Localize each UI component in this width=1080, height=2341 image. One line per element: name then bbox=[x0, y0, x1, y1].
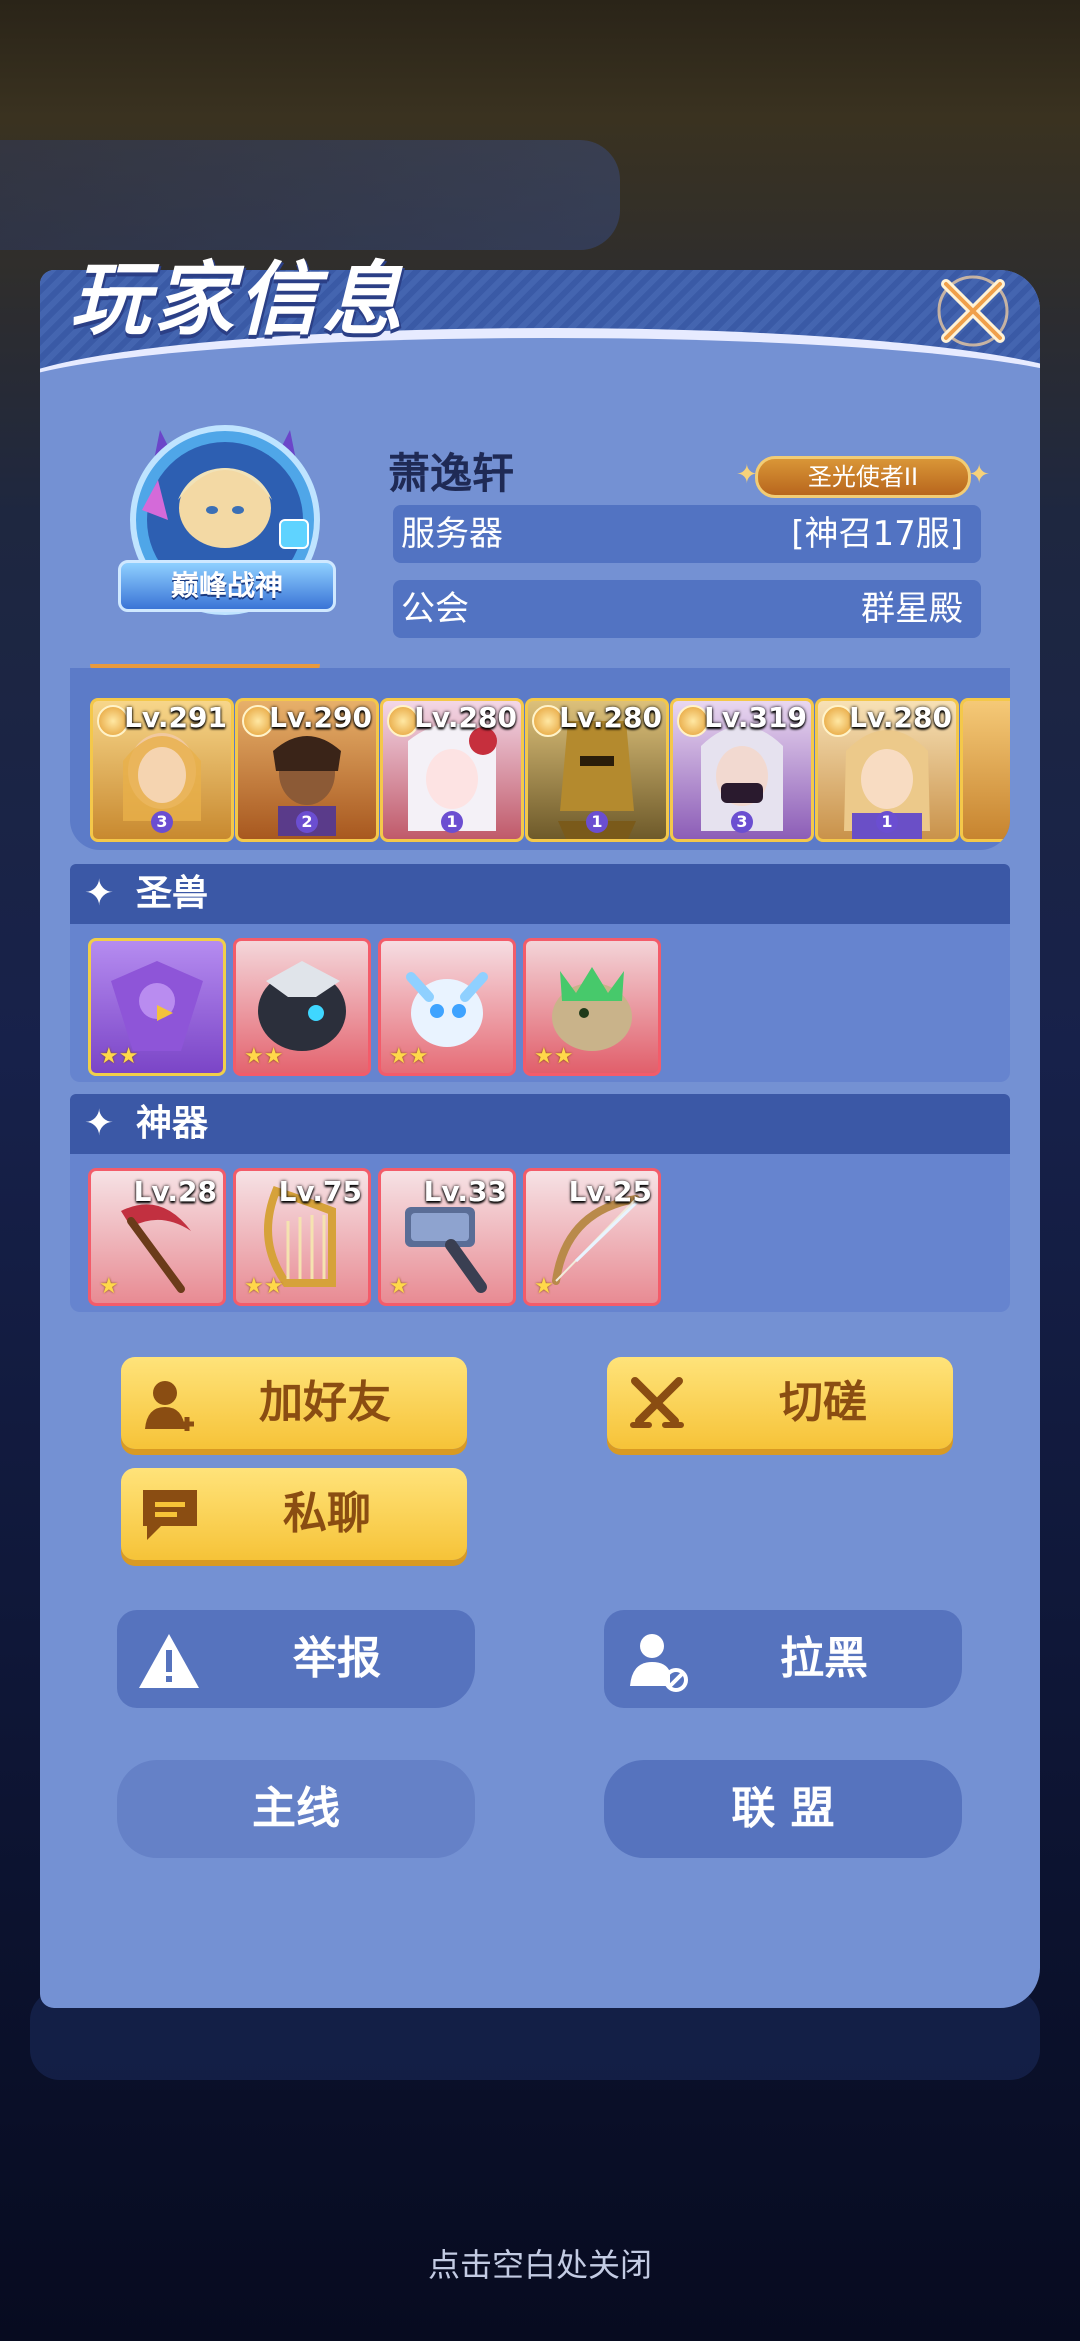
crossed-swords-icon bbox=[630, 1377, 684, 1428]
add-friend-button[interactable]: 加好友 bbox=[121, 1357, 467, 1449]
beast-card[interactable]: ★★ bbox=[523, 938, 661, 1076]
hero-level: Lv.280 bbox=[414, 701, 517, 734]
block-button[interactable]: 拉黑 bbox=[604, 1610, 962, 1708]
hero-card-partial[interactable] bbox=[960, 698, 1010, 842]
add-friend-label: 加好友 bbox=[259, 1377, 391, 1428]
guild-label: 公会 bbox=[401, 589, 469, 629]
private-chat-label: 私聊 bbox=[283, 1488, 371, 1539]
server-value: [神召17服] bbox=[791, 514, 963, 554]
beast-stars: ★★ bbox=[389, 1044, 429, 1069]
hero-card[interactable]: Lv.290 2 bbox=[235, 698, 379, 842]
report-button[interactable]: 举报 bbox=[117, 1610, 475, 1708]
add-friend-icon bbox=[145, 1381, 194, 1431]
artifact-level: Lv.33 bbox=[423, 1175, 507, 1208]
chat-icon bbox=[143, 1490, 197, 1540]
hero-star-count: 3 bbox=[151, 811, 173, 833]
artifact-card[interactable]: Lv.28 ★ bbox=[88, 1168, 226, 1306]
sparkle-icon: ✦ bbox=[84, 873, 115, 914]
block-user-icon bbox=[630, 1634, 688, 1692]
artifact-level: Lv.28 bbox=[133, 1175, 217, 1208]
challenge-button[interactable]: 切磋 bbox=[607, 1357, 953, 1449]
close-hint[interactable]: 点击空白处关闭 bbox=[0, 2240, 1080, 2286]
hero-star-count: 1 bbox=[441, 811, 463, 833]
beast-stars: ★★ bbox=[534, 1044, 574, 1069]
alliance-button[interactable]: 联 盟 bbox=[604, 1760, 962, 1858]
beast-stars: ★★ bbox=[244, 1044, 284, 1069]
beasts-section-title: 圣兽 bbox=[136, 873, 209, 914]
artifact-card[interactable]: Lv.25 ★ bbox=[523, 1168, 661, 1306]
beasts-section-body: ★★ ★★ ★★ ★★ bbox=[70, 924, 1010, 1082]
sparkle-icon: ✦ bbox=[84, 1103, 115, 1144]
server-row: 服务器 [神召17服] bbox=[393, 505, 981, 563]
hero-star-count: 2 bbox=[296, 811, 318, 833]
hero-card[interactable]: Lv.291 3 bbox=[90, 698, 234, 842]
close-icon bbox=[937, 275, 1009, 347]
hero-card[interactable]: Lv.280 1 bbox=[815, 698, 959, 842]
hero-level: Lv.280 bbox=[849, 701, 952, 734]
block-label: 拉黑 bbox=[780, 1633, 868, 1684]
guild-row: 公会 群星殿 bbox=[393, 580, 981, 638]
background-banner bbox=[0, 140, 620, 250]
artifacts-section-header: ✦ 神器 bbox=[70, 1094, 1010, 1154]
hero-card[interactable]: Lv.280 1 bbox=[380, 698, 524, 842]
avatar-title-badge: 巅峰战神 bbox=[118, 560, 336, 612]
hero-star-count: 1 bbox=[586, 811, 608, 833]
guild-value: 群星殿 bbox=[861, 589, 963, 629]
artifact-stars: ★ bbox=[389, 1274, 409, 1299]
artifact-stars: ★ bbox=[534, 1274, 554, 1299]
beast-card[interactable]: ★★ bbox=[378, 938, 516, 1076]
beast-card[interactable]: ★★ bbox=[233, 938, 371, 1076]
main-line-button[interactable]: 主线 bbox=[117, 1760, 475, 1858]
hero-level: Lv.291 bbox=[124, 701, 227, 734]
beast-stars: ★★ bbox=[99, 1044, 139, 1069]
hero-level: Lv.290 bbox=[269, 701, 372, 734]
server-label: 服务器 bbox=[401, 514, 503, 554]
hero-card[interactable]: Lv.280 1 bbox=[525, 698, 669, 842]
page-title: 玩家信息 bbox=[70, 253, 406, 346]
report-label: 举报 bbox=[293, 1633, 381, 1684]
artifacts-section-body: Lv.28 ★ Lv.75 ★★ Lv.33 ★ Lv.25 ★ bbox=[70, 1154, 1010, 1312]
artifacts-section-title: 神器 bbox=[136, 1103, 209, 1144]
hero-level: Lv.280 bbox=[559, 701, 662, 734]
challenge-label: 切磋 bbox=[779, 1377, 867, 1428]
artifact-card[interactable]: Lv.75 ★★ bbox=[233, 1168, 371, 1306]
artifact-stars: ★★ bbox=[244, 1274, 284, 1299]
player-name: 萧逸轩 bbox=[388, 449, 515, 498]
artifact-card[interactable]: Lv.33 ★ bbox=[378, 1168, 516, 1306]
rank-title-badge: 圣光使者II bbox=[736, 456, 990, 498]
hero-card[interactable]: Lv.319 3 bbox=[670, 698, 814, 842]
close-button[interactable] bbox=[930, 268, 1016, 354]
hero-level: Lv.319 bbox=[704, 701, 807, 734]
private-chat-button[interactable]: 私聊 bbox=[121, 1468, 467, 1560]
hero-lineup: Lv.291 3 Lv.290 2 Lv.280 1 Lv.280 1 Lv.3… bbox=[70, 668, 1010, 850]
hero-star-count: 3 bbox=[731, 811, 753, 833]
beasts-section-header: ✦ 圣兽 bbox=[70, 864, 1010, 924]
artifact-stars: ★ bbox=[99, 1274, 119, 1299]
artifact-level: Lv.75 bbox=[278, 1175, 362, 1208]
artifact-level: Lv.25 bbox=[568, 1175, 652, 1208]
beast-card[interactable]: ★★ bbox=[88, 938, 226, 1076]
warning-icon bbox=[139, 1634, 199, 1688]
hero-star-count: 1 bbox=[876, 811, 898, 833]
